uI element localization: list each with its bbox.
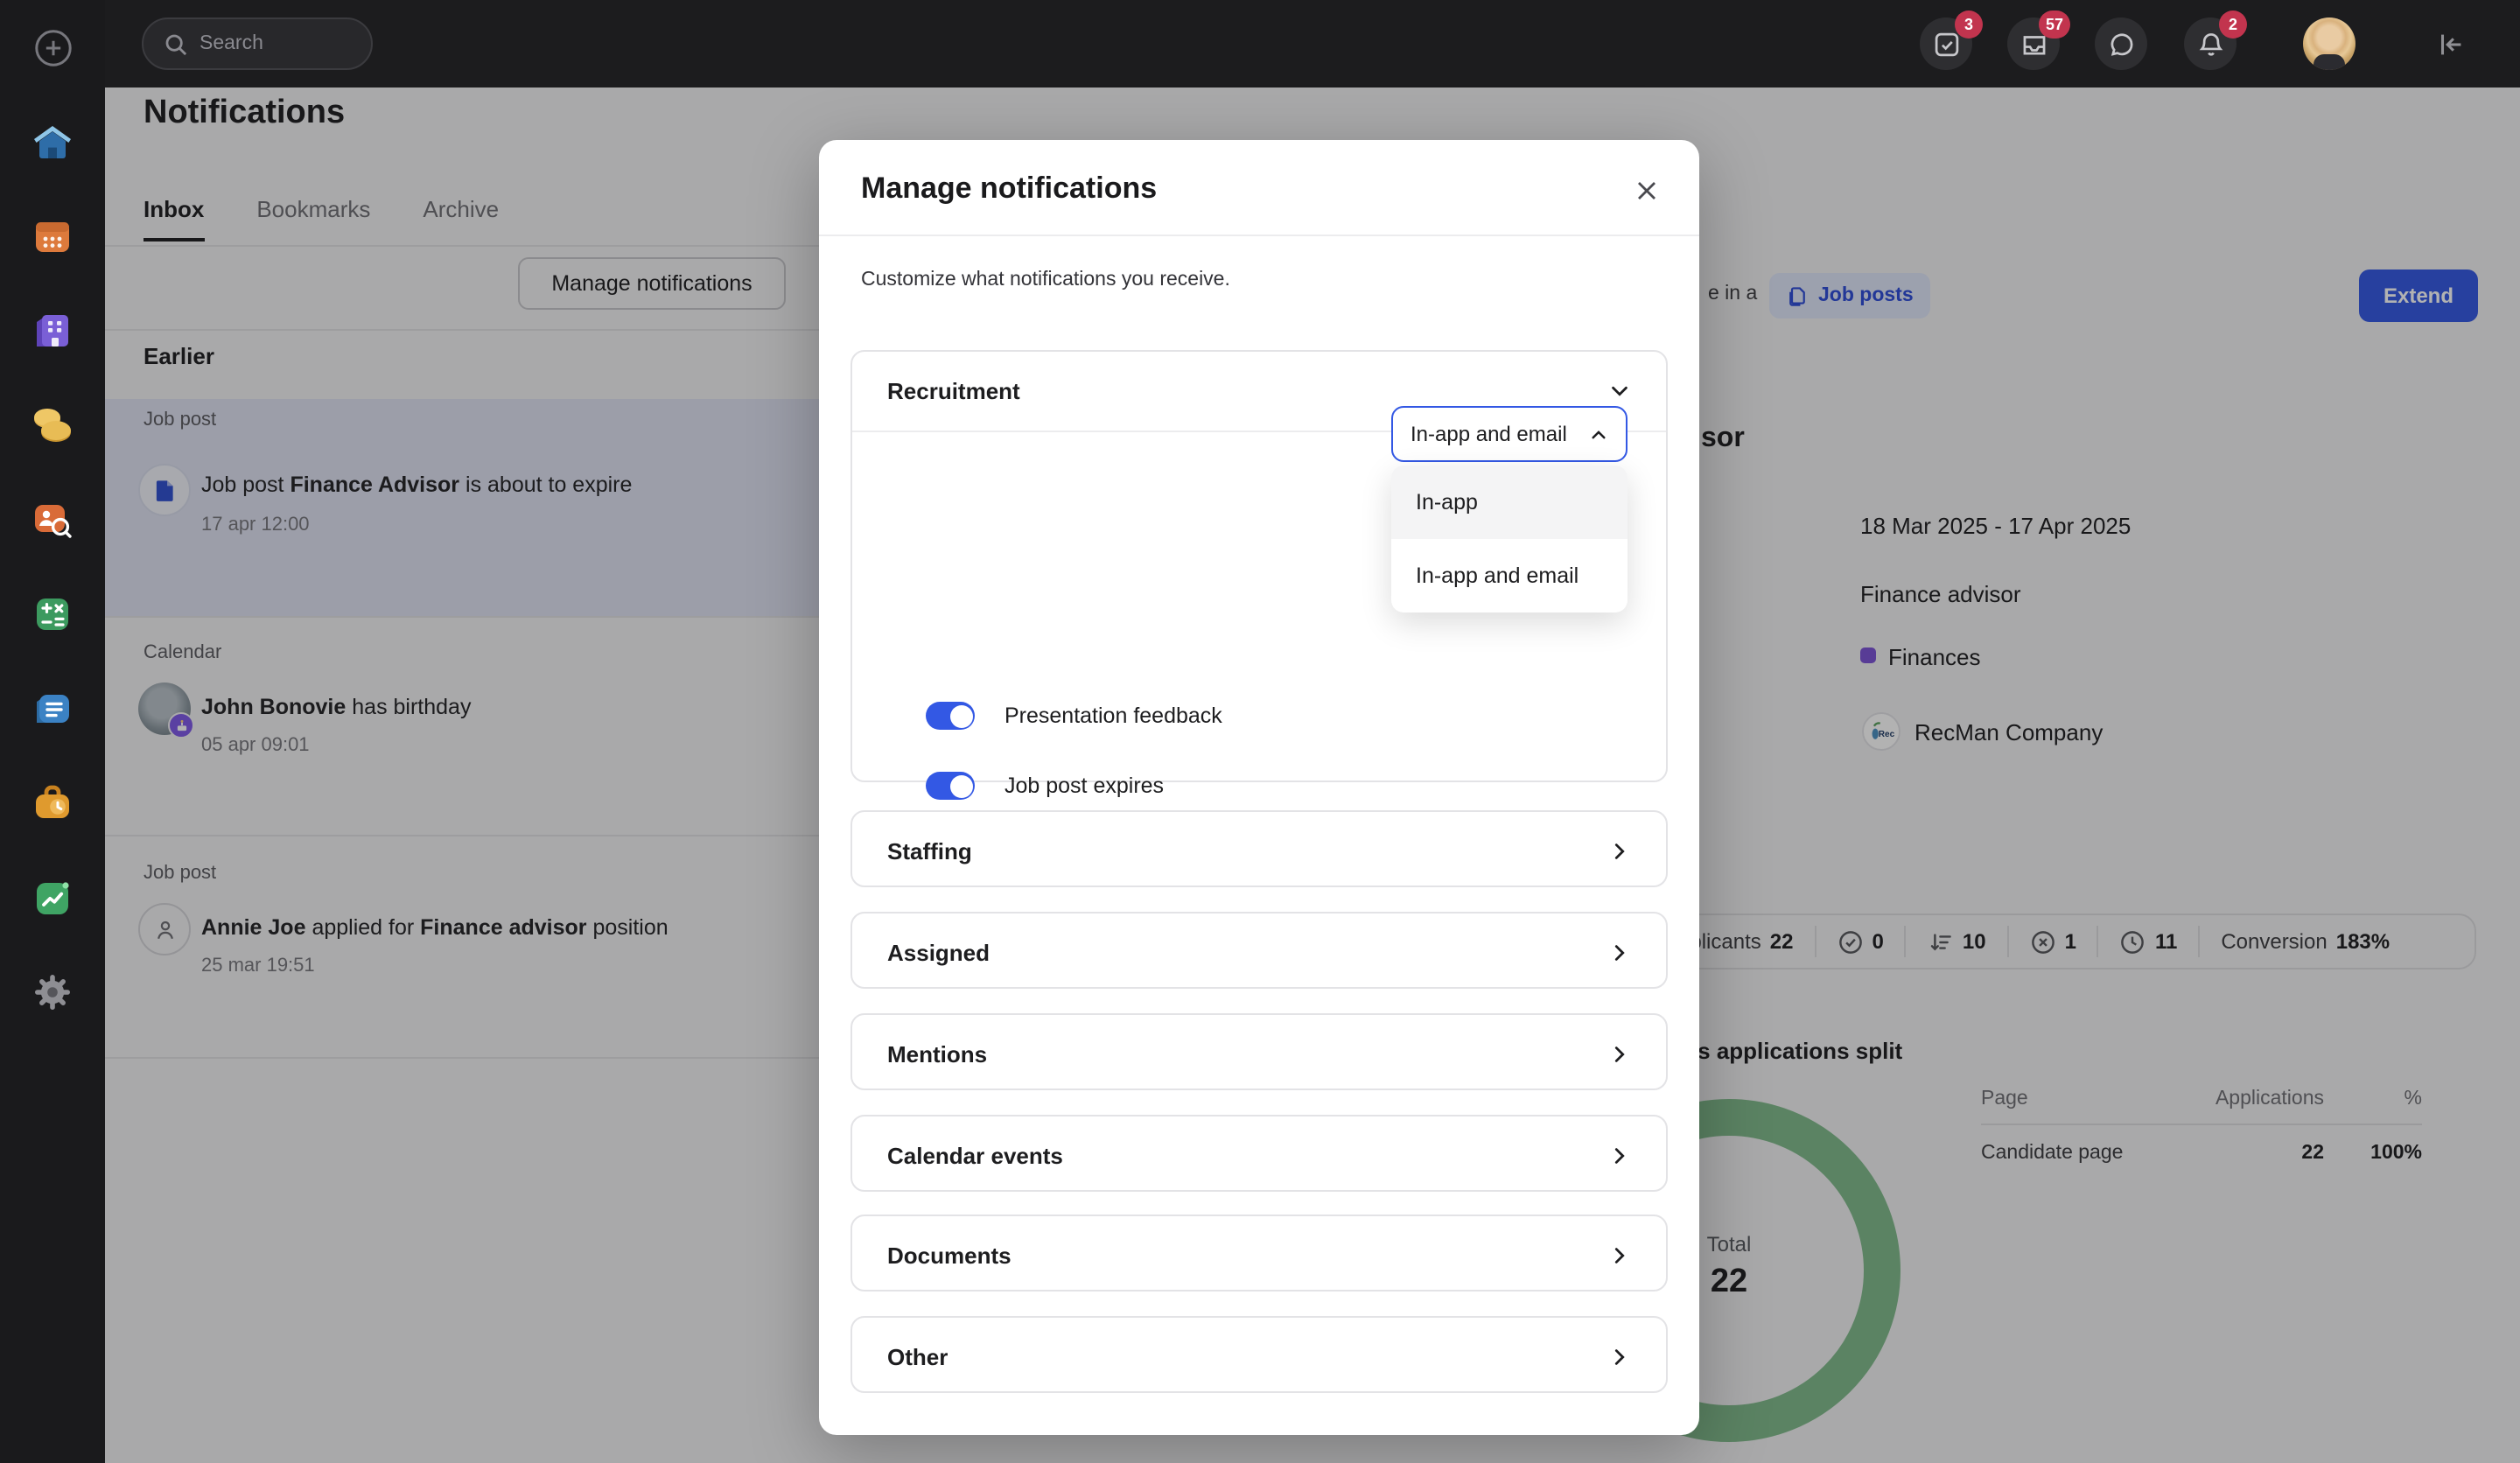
presentation-feedback-toggle[interactable]: [926, 702, 975, 730]
sidebar-item-settings[interactable]: [30, 970, 75, 1015]
modal-close-button[interactable]: [1631, 175, 1662, 206]
delivery-method-value: In-app and email: [1410, 422, 1567, 446]
section-label: Staffing: [887, 838, 972, 864]
tasks-icon: [1931, 29, 1961, 59]
section-calendar-events-header[interactable]: Calendar events: [852, 1116, 1666, 1195]
section-label: Mentions: [887, 1041, 987, 1068]
menu-option-in-app[interactable]: In-app: [1391, 466, 1628, 539]
section-documents-header[interactable]: Documents: [852, 1216, 1666, 1295]
calendar-icon: [30, 214, 75, 259]
section-recruitment-label: Recruitment: [887, 378, 1020, 404]
chevron-right-icon: [1608, 840, 1631, 863]
chat-button[interactable]: [2095, 18, 2147, 70]
delivery-method-select[interactable]: In-app and email: [1391, 406, 1628, 462]
delivery-method-menu: In-app In-app and email: [1391, 466, 1628, 612]
tasks-badge: 3: [1955, 10, 1983, 38]
toggle-knob: [949, 704, 972, 727]
collapse-icon: [2433, 27, 2467, 60]
section-other: Other: [850, 1316, 1668, 1393]
search-icon: [164, 32, 187, 55]
section-calendar-events: Calendar events: [850, 1115, 1668, 1192]
section-documents: Documents: [850, 1214, 1668, 1292]
calculator-icon: [30, 592, 75, 637]
plus-icon: [33, 28, 74, 68]
sidebar-rail: [30, 119, 75, 1015]
job-post-expires-toggle[interactable]: [926, 772, 975, 800]
section-label: Calendar events: [887, 1143, 1063, 1169]
chevron-right-icon: [1608, 1043, 1631, 1066]
sidebar-item-organizations[interactable]: [30, 308, 75, 354]
divider: [819, 234, 1699, 236]
user-avatar[interactable]: [2303, 18, 2356, 70]
notifications-button[interactable]: 2: [2184, 18, 2236, 70]
tasks-button[interactable]: 3: [1920, 18, 1972, 70]
manage-notifications-modal: Manage notifications Customize what noti…: [819, 140, 1699, 1435]
search-input[interactable]: Search: [142, 18, 373, 70]
menu-option-in-app-and-email[interactable]: In-app and email: [1391, 539, 1628, 612]
sidebar-item-time-tracking[interactable]: [30, 780, 75, 826]
sidebar-item-home[interactable]: [30, 119, 75, 164]
app-root: Search 3 57 2: [0, 0, 2520, 1463]
sidebar-item-reports[interactable]: [30, 875, 75, 920]
collapse-panel-button[interactable]: [2429, 23, 2471, 65]
section-mentions: Mentions: [850, 1013, 1668, 1090]
section-label: Documents: [887, 1242, 1012, 1269]
briefcase-clock-icon: [30, 780, 75, 826]
toggle-knob: [949, 774, 972, 797]
sidebar-item-calendar[interactable]: [30, 214, 75, 259]
toggle-row-job-post-expires: Job post expires: [926, 772, 1164, 800]
section-label: Other: [887, 1344, 948, 1370]
sidebar-item-documents[interactable]: [30, 686, 75, 732]
add-button[interactable]: [33, 28, 74, 68]
section-other-header[interactable]: Other: [852, 1318, 1666, 1396]
home-icon: [30, 119, 75, 164]
chevron-right-icon: [1608, 1244, 1631, 1267]
app-sidebar: [0, 0, 105, 1463]
gear-icon: [30, 970, 75, 1015]
chevron-up-icon: [1589, 424, 1608, 444]
building-icon: [30, 308, 75, 354]
section-mentions-header[interactable]: Mentions: [852, 1015, 1666, 1094]
toggle-label: Job post expires: [1004, 774, 1164, 798]
chevron-right-icon: [1608, 1346, 1631, 1368]
chevron-right-icon: [1608, 942, 1631, 964]
search-placeholder: Search: [200, 33, 263, 54]
candidate-search-icon: [30, 497, 75, 542]
toggle-row-presentation-feedback: Presentation feedback: [926, 702, 1222, 730]
top-bar: Search 3 57 2: [0, 0, 2520, 88]
bell-icon: [2195, 29, 2225, 59]
close-icon: [1634, 178, 1659, 203]
section-staffing: Staffing: [850, 810, 1668, 887]
chat-icon: [2106, 29, 2136, 59]
sidebar-item-recruitment[interactable]: [30, 497, 75, 542]
coins-icon: [30, 402, 75, 448]
modal-title: Manage notifications: [861, 172, 1157, 206]
inbox-button[interactable]: 57: [2007, 18, 2060, 70]
chevron-right-icon: [1608, 1144, 1631, 1167]
notifications-badge: 2: [2219, 10, 2247, 38]
chart-icon: [30, 875, 75, 920]
sidebar-item-finance[interactable]: [30, 402, 75, 448]
section-staffing-header[interactable]: Staffing: [852, 812, 1666, 891]
chevron-down-icon: [1608, 380, 1631, 402]
sidebar-item-calculator[interactable]: [30, 592, 75, 637]
inbox-badge: 57: [2039, 10, 2070, 38]
section-assigned-header[interactable]: Assigned: [852, 914, 1666, 992]
section-assigned: Assigned: [850, 912, 1668, 989]
document-lines-icon: [30, 686, 75, 732]
toggle-label: Presentation feedback: [1004, 704, 1222, 728]
modal-description: Customize what notifications you receive…: [861, 270, 1230, 290]
section-label: Assigned: [887, 940, 990, 966]
